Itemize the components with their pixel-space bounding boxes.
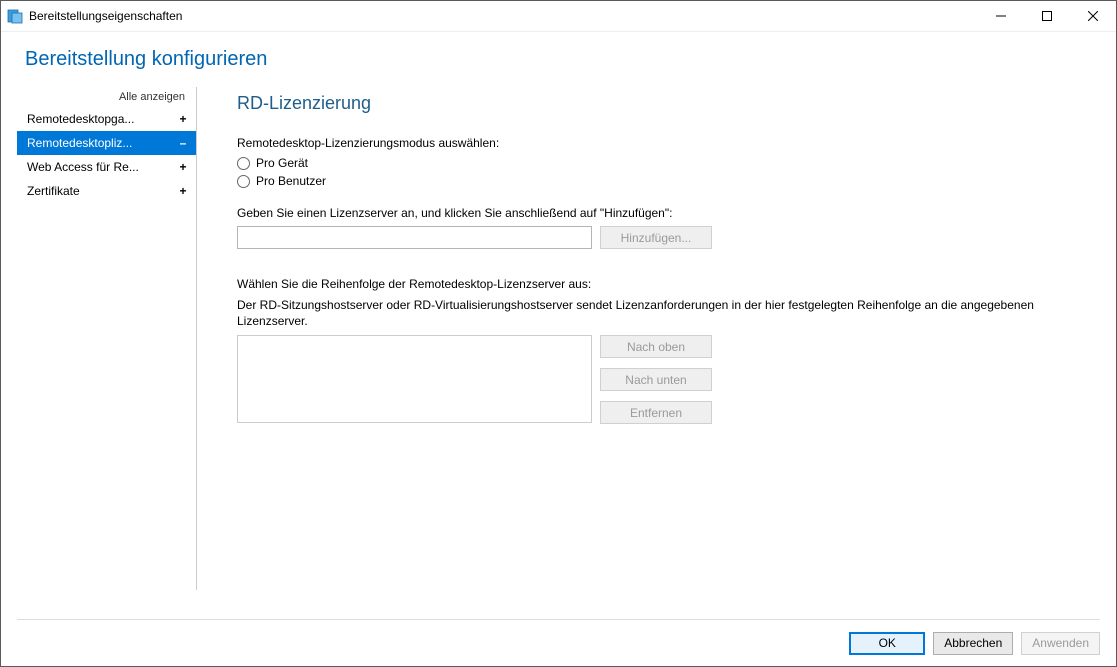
- order-description: Der RD-Sitzungshostserver oder RD-Virtua…: [237, 297, 1100, 329]
- sidebar-item-label: Zertifikate: [27, 184, 80, 198]
- radio-label: Pro Benutzer: [256, 174, 326, 188]
- move-up-button[interactable]: Nach oben: [600, 335, 712, 358]
- page-title: RD-Lizenzierung: [237, 93, 1100, 114]
- radio-per-device[interactable]: Pro Gerät: [237, 156, 1100, 170]
- move-down-button[interactable]: Nach unten: [600, 368, 712, 391]
- sidebar-item-certificates[interactable]: Zertifikate +: [17, 179, 197, 203]
- sidebar-item-rd-gateway[interactable]: Remotedesktopga... +: [17, 107, 197, 131]
- maximize-button[interactable]: [1024, 1, 1070, 31]
- radio-per-user[interactable]: Pro Benutzer: [237, 174, 1100, 188]
- window-controls: [978, 1, 1116, 31]
- window-title: Bereitstellungseigenschaften: [29, 9, 182, 23]
- cancel-button[interactable]: Abbrechen: [933, 632, 1013, 655]
- order-buttons: Nach oben Nach unten Entfernen: [600, 335, 712, 424]
- button-label: Entfernen: [630, 406, 682, 420]
- add-button[interactable]: Hinzufügen...: [600, 226, 712, 249]
- footer-divider: [17, 619, 1100, 620]
- button-label: OK: [879, 636, 896, 650]
- license-server-list[interactable]: [237, 335, 592, 423]
- collapse-icon: –: [177, 136, 189, 150]
- sidebar-item-label: Remotedesktopliz...: [27, 136, 132, 150]
- apply-button[interactable]: Anwenden: [1021, 632, 1100, 655]
- content-pane: RD-Lizenzierung Remotedesktop-Lizenzieru…: [197, 87, 1100, 620]
- sidebar-item-label: Remotedesktopga...: [27, 112, 134, 126]
- sidebar-divider: [196, 87, 197, 590]
- radio-label: Pro Gerät: [256, 156, 308, 170]
- server-input-row: Hinzufügen...: [237, 226, 1100, 249]
- expand-icon: +: [177, 160, 189, 174]
- sidebar-item-label: Web Access für Re...: [27, 160, 139, 174]
- dialog-window: Bereitstellungseigenschaften Bereitstell…: [0, 0, 1117, 667]
- ok-button[interactable]: OK: [849, 632, 925, 655]
- button-label: Anwenden: [1032, 636, 1089, 650]
- sidebar-item-rd-licensing[interactable]: Remotedesktopliz... –: [17, 131, 197, 155]
- close-button[interactable]: [1070, 1, 1116, 31]
- expand-icon: +: [177, 112, 189, 126]
- remove-button[interactable]: Entfernen: [600, 401, 712, 424]
- sidebar-item-web-access[interactable]: Web Access für Re... +: [17, 155, 197, 179]
- split-pane: Alle anzeigen Remotedesktopga... + Remot…: [17, 87, 1100, 620]
- minimize-button[interactable]: [978, 1, 1024, 31]
- sidebar: Alle anzeigen Remotedesktopga... + Remot…: [17, 87, 197, 620]
- expand-icon: +: [177, 184, 189, 198]
- page-header: Bereitstellung konfigurieren: [25, 48, 1100, 71]
- server-input-label: Geben Sie einen Lizenzserver an, und kli…: [237, 206, 1100, 220]
- radio-icon: [237, 175, 250, 188]
- dialog-footer: OK Abbrechen Anwenden: [1, 620, 1116, 666]
- button-label: Hinzufügen...: [621, 231, 692, 245]
- show-all-link[interactable]: Alle anzeigen: [17, 87, 197, 107]
- app-icon: [7, 8, 23, 24]
- button-label: Nach oben: [627, 340, 685, 354]
- license-server-input[interactable]: [237, 226, 592, 249]
- radio-icon: [237, 157, 250, 170]
- titlebar: Bereitstellungseigenschaften: [1, 1, 1116, 32]
- order-row: Nach oben Nach unten Entfernen: [237, 335, 1100, 424]
- dialog-body: Bereitstellung konfigurieren Alle anzeig…: [1, 32, 1116, 620]
- button-label: Abbrechen: [944, 636, 1002, 650]
- button-label: Nach unten: [625, 373, 686, 387]
- mode-label: Remotedesktop-Lizenzierungsmodus auswähl…: [237, 136, 1100, 150]
- order-label: Wählen Sie die Reihenfolge der Remotedes…: [237, 277, 1100, 291]
